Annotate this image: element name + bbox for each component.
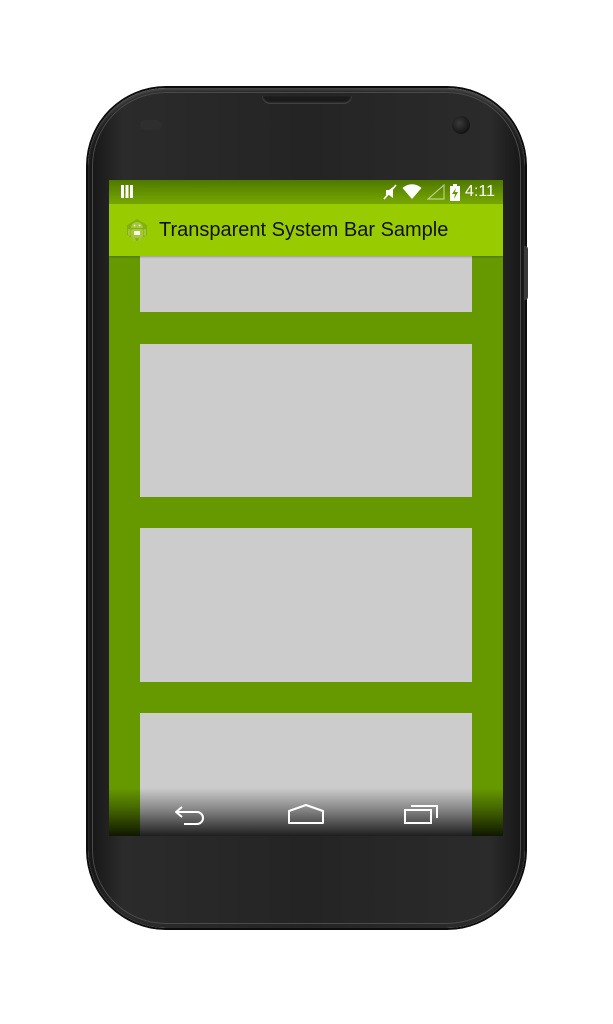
earpiece-speaker bbox=[262, 96, 352, 104]
power-button bbox=[524, 246, 528, 300]
action-bar: Transparent System Bar Sample bbox=[109, 204, 503, 256]
device-screen: 4:11 Transparent System Bar Sample bbox=[109, 180, 503, 836]
signal-icon bbox=[427, 184, 445, 200]
back-icon bbox=[175, 806, 204, 825]
card-2 bbox=[140, 344, 472, 497]
home-icon bbox=[288, 804, 324, 824]
front-camera-icon bbox=[452, 116, 470, 134]
mute-icon bbox=[383, 184, 397, 200]
proximity-sensor bbox=[140, 120, 162, 130]
status-bar: 4:11 bbox=[109, 180, 503, 204]
wifi-icon bbox=[402, 184, 422, 199]
notification-icon bbox=[121, 185, 133, 198]
navigation-bar bbox=[109, 788, 503, 836]
card-3 bbox=[140, 528, 472, 682]
android-app-icon[interactable] bbox=[123, 216, 151, 244]
recents-icon bbox=[404, 805, 438, 824]
battery-charging-icon bbox=[450, 183, 461, 201]
clock: 4:11 bbox=[465, 183, 495, 200]
recents-button[interactable] bbox=[391, 796, 451, 832]
home-button[interactable] bbox=[276, 796, 336, 832]
back-button[interactable] bbox=[161, 796, 221, 832]
app-title: Transparent System Bar Sample bbox=[159, 219, 449, 241]
status-icons: 4:11 bbox=[383, 183, 495, 201]
